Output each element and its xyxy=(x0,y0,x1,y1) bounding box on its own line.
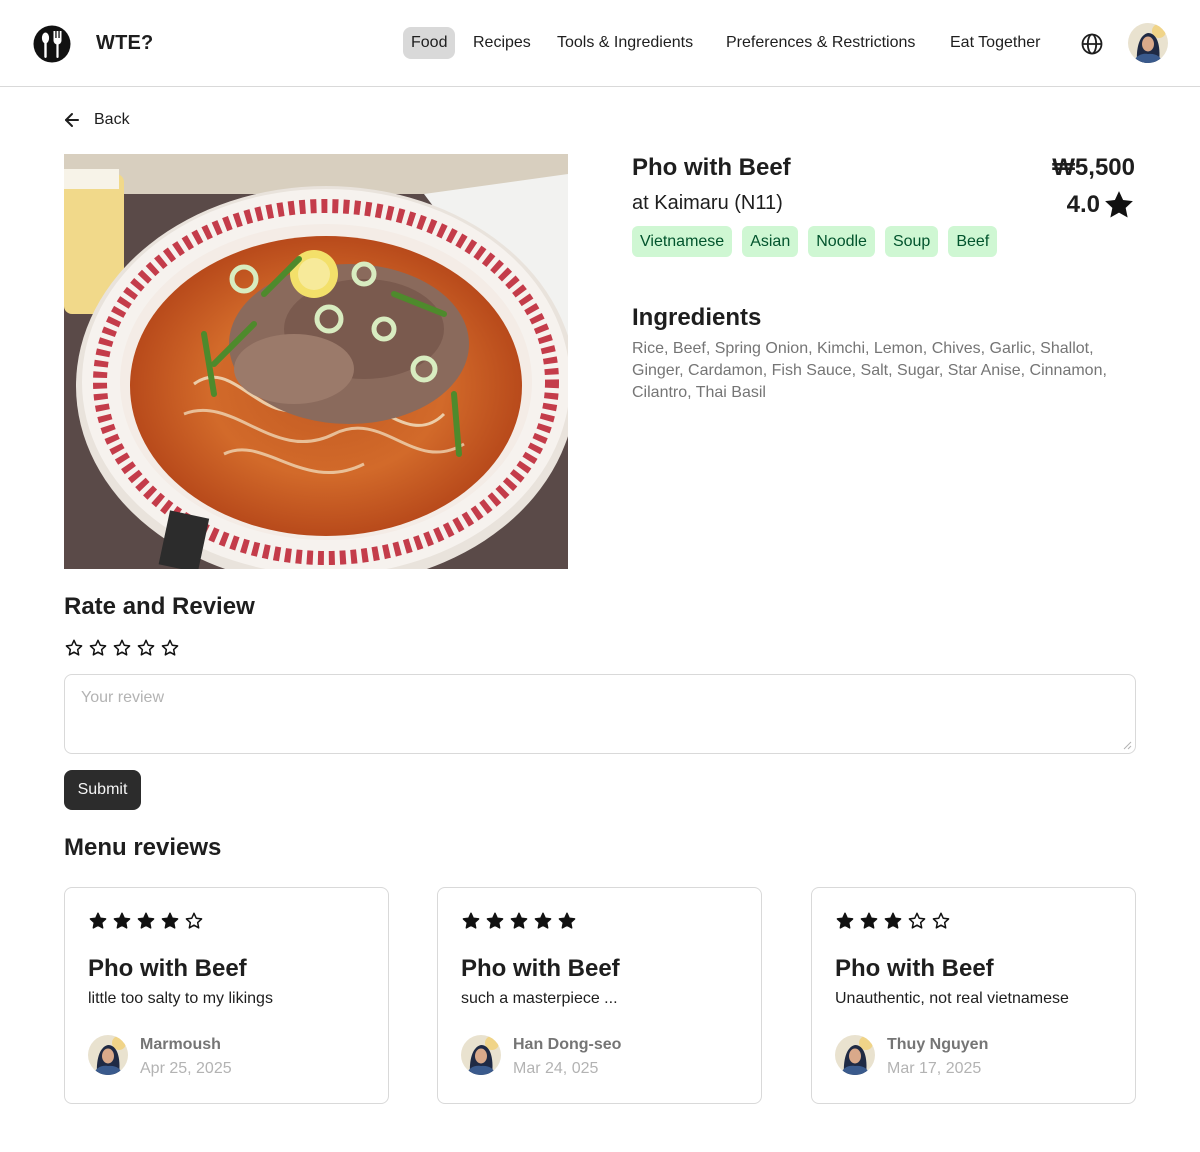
star-filled-icon xyxy=(884,912,902,929)
back-button[interactable]: Back xyxy=(62,108,130,132)
pho-bowl-photo xyxy=(64,154,568,569)
review-dish-title: Pho with Beef xyxy=(88,955,247,982)
restaurant-location: at Kaimaru (N11) xyxy=(632,192,783,214)
rating-value: 4.0 xyxy=(1066,191,1100,218)
globe-icon[interactable] xyxy=(1080,32,1104,56)
star-outline-icon[interactable] xyxy=(64,638,84,658)
avatar xyxy=(461,1035,501,1075)
star-filled-icon xyxy=(113,912,131,929)
review-dish-title: Pho with Beef xyxy=(461,955,620,982)
review-stars xyxy=(835,911,951,931)
nav-eat-together[interactable]: Eat Together xyxy=(942,27,1048,59)
star-outline-icon[interactable] xyxy=(136,638,156,658)
menu-reviews-heading: Menu reviews xyxy=(64,834,222,861)
brand-name[interactable]: WTE? xyxy=(96,32,153,55)
review-stars xyxy=(88,911,204,931)
nav-preferences-restrictions[interactable]: Preferences & Restrictions xyxy=(718,27,923,59)
review-author: Marmoush xyxy=(140,1036,221,1053)
review-date: Mar 24, 025 xyxy=(513,1060,599,1077)
star-filled-icon xyxy=(534,912,552,929)
review-card: Pho with Beef such a masterpiece ... Han… xyxy=(437,887,762,1104)
star-outline-icon[interactable] xyxy=(88,638,108,658)
dish-rating: 4.0 xyxy=(1067,188,1136,222)
star-outline-icon xyxy=(185,912,203,929)
review-text: such a masterpiece ... xyxy=(461,990,618,1007)
review-card: Pho with Beef little too salty to my lik… xyxy=(64,887,389,1104)
star-filled-icon xyxy=(836,912,854,929)
star-filled-icon xyxy=(161,912,179,929)
review-card: Pho with Beef Unauthentic, not real viet… xyxy=(811,887,1136,1104)
review-author: Han Dong-seo xyxy=(513,1036,622,1053)
review-textarea[interactable] xyxy=(64,674,1136,754)
star-filled-icon xyxy=(486,912,504,929)
review-date: Mar 17, 2025 xyxy=(887,1060,982,1077)
dish-price: ₩5,500 xyxy=(1052,154,1135,181)
star-outline-icon xyxy=(932,912,950,929)
nav-recipes[interactable]: Recipes xyxy=(465,27,539,59)
fork-spoon-logo-icon[interactable] xyxy=(33,25,71,63)
review-text: little too salty to my likings xyxy=(88,990,273,1007)
rate-review-heading: Rate and Review xyxy=(64,593,255,620)
review-author: Thuy Nguyen xyxy=(887,1036,989,1053)
star-filled-icon xyxy=(462,912,480,929)
star-filled-icon xyxy=(137,912,155,929)
avatar xyxy=(835,1035,875,1075)
avatar xyxy=(88,1035,128,1075)
nav-food[interactable]: Food xyxy=(403,27,456,59)
star-filled-icon xyxy=(1105,191,1133,218)
arrow-left-icon xyxy=(65,113,79,127)
star-filled-icon xyxy=(89,912,107,929)
top-navigation-bar: WTE? Food Recipes Tools & Ingredients Pr… xyxy=(0,0,1200,87)
tag-asian[interactable]: Asian xyxy=(742,226,799,257)
review-date: Apr 25, 2025 xyxy=(140,1060,232,1077)
review-text: Unauthentic, not real vietnamese xyxy=(835,990,1069,1007)
ingredients-heading: Ingredients xyxy=(632,304,762,331)
tag-vietnamese[interactable]: Vietnamese xyxy=(632,226,733,257)
star-filled-icon xyxy=(860,912,878,929)
star-outline-icon xyxy=(908,912,926,929)
tag-noodle[interactable]: Noodle xyxy=(808,226,875,257)
dish-title: Pho with Beef xyxy=(632,154,791,181)
ingredients-list: Rice, Beef, Spring Onion, Kimchi, Lemon,… xyxy=(632,340,1107,401)
tag-beef[interactable]: Beef xyxy=(948,226,998,257)
resize-handle-icon[interactable] xyxy=(1122,740,1132,750)
tag-soup[interactable]: Soup xyxy=(884,226,939,257)
back-label: Back xyxy=(94,111,130,128)
star-filled-icon xyxy=(558,912,576,929)
dish-tags: Vietnamese Asian Noodle Soup Beef xyxy=(632,226,998,257)
review-dish-title: Pho with Beef xyxy=(835,955,994,982)
avatar[interactable] xyxy=(1128,23,1168,63)
star-filled-icon xyxy=(510,912,528,929)
nav-tools-ingredients[interactable]: Tools & Ingredients xyxy=(549,27,701,59)
rating-input-stars xyxy=(64,638,180,658)
submit-button[interactable]: Submit xyxy=(64,770,141,810)
star-outline-icon[interactable] xyxy=(112,638,132,658)
star-outline-icon[interactable] xyxy=(160,638,180,658)
review-stars xyxy=(461,911,577,931)
